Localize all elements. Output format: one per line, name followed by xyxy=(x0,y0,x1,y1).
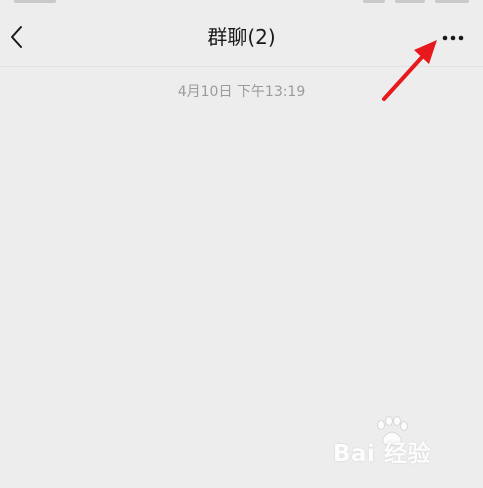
watermark-text: Bai 经验 xyxy=(333,441,431,467)
page-title: 群聊(2) xyxy=(207,25,276,49)
annotation-arrow xyxy=(382,40,437,101)
more-button[interactable] xyxy=(435,28,475,48)
nav-bar: 群聊(2) xyxy=(0,0,483,67)
watermark: Bai 经验 xyxy=(329,416,455,470)
message-timestamp: 4月10日 下午13:19 xyxy=(177,84,306,100)
more-horizontal-icon xyxy=(442,35,464,41)
